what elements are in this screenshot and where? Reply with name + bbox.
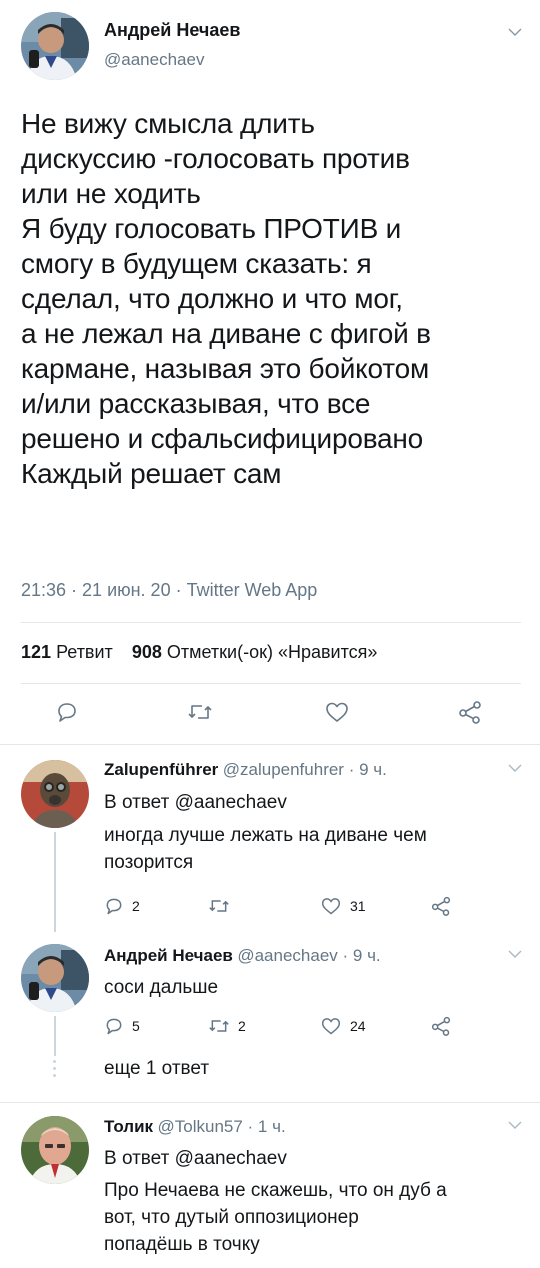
tweet-line: Каждый решает сам: [21, 458, 282, 489]
reply-line: соси дальше: [104, 977, 219, 998]
reply-count: 5: [132, 1018, 140, 1034]
reply-count: 2: [132, 898, 140, 914]
reply-icon: [106, 1018, 122, 1035]
divider: [0, 1102, 540, 1103]
like-icon[interactable]: [324, 700, 350, 724]
divider: [21, 622, 521, 623]
reply-line: вот, что дутый оппозиционер: [104, 1207, 359, 1228]
like-icon: [321, 898, 341, 915]
reply-text: иногда лучше лежать на диване чем позори…: [104, 822, 427, 876]
reply-header: Толик @Tolkun57 · 1 ч.: [104, 1117, 286, 1137]
tweet-line: дискуссию -голосовать против: [21, 143, 410, 174]
reply-author-name[interactable]: Андрей Нечаев: [104, 946, 233, 965]
retweets-stat[interactable]: 121 Ретвит: [21, 642, 118, 662]
chevron-down-icon[interactable]: [507, 946, 523, 962]
divider: [21, 683, 521, 684]
engagement-stats: 121 Ретвит 908 Отметки(-ок) «Нравится»: [21, 642, 377, 663]
chevron-down-icon[interactable]: [507, 760, 523, 776]
reply-line: позорится: [104, 852, 194, 873]
retweets-count: 121: [21, 642, 52, 662]
retweet-icon: [209, 900, 229, 912]
reply-icon: [106, 898, 122, 915]
retweet-icon[interactable]: [187, 700, 213, 724]
likes-label: Отметки(-ок) «Нравится»: [166, 642, 378, 662]
reply-author-name[interactable]: Толик: [104, 1117, 153, 1136]
chevron-down-icon[interactable]: [507, 24, 523, 40]
like-count: 24: [350, 1018, 366, 1034]
tweet-line: и/или рассказывая, что все: [21, 388, 371, 419]
reply-text: Про Нечаева не скажешь, что он дуб а вот…: [104, 1177, 534, 1258]
reply-line: попадёшь в точку: [104, 1234, 260, 1255]
like-action[interactable]: 24: [320, 1016, 366, 1036]
reply-avatar[interactable]: [21, 944, 89, 1012]
retweet-action[interactable]: [208, 896, 230, 916]
like-action[interactable]: 31: [320, 896, 366, 916]
tweet-line: а не лежал на диване с фигой в: [21, 318, 431, 349]
reply-action[interactable]: 2: [104, 896, 140, 916]
more-replies-link[interactable]: еще 1 ответ: [104, 1058, 209, 1080]
reply-to-label[interactable]: В ответ @aanechaev: [104, 789, 287, 816]
tweet-text: Не вижу смысла длить дискуссию -голосова…: [21, 106, 531, 491]
reply-header: Zalupenführer @zalupenfuhrer · 9 ч.: [104, 760, 387, 780]
tweet-line: решено и сфальсифицировано: [21, 423, 424, 454]
retweet-icon: [209, 1020, 229, 1032]
reply-avatar[interactable]: [21, 760, 89, 828]
reply-author-handle[interactable]: @Tolkun57 · 1 ч.: [158, 1117, 286, 1136]
tweet-line: смогу в будущем сказать: я: [21, 248, 372, 279]
reply-text: соси дальше: [104, 974, 218, 1001]
tweet-line: или не ходить: [21, 178, 201, 209]
reply-author-handle[interactable]: @aanechaev · 9 ч.: [237, 946, 380, 965]
tweet-meta[interactable]: 21:36 · 21 июн. 20 · Twitter Web App: [21, 580, 317, 601]
retweet-action[interactable]: 2: [208, 1016, 246, 1036]
tweet-line: Я буду голосовать ПРОТИВ и: [21, 213, 402, 244]
like-count: 31: [350, 898, 366, 914]
likes-stat[interactable]: 908 Отметки(-ок) «Нравится»: [132, 642, 378, 662]
tweet-line: Не вижу смысла длить: [21, 108, 315, 139]
reply-author-handle[interactable]: @zalupenfuhrer · 9 ч.: [223, 760, 387, 779]
reply-author-name[interactable]: Zalupenführer: [104, 760, 218, 779]
chevron-down-icon[interactable]: [507, 1117, 523, 1133]
author-handle[interactable]: @aanechaev: [104, 50, 204, 70]
thread-dots: [53, 1060, 57, 1077]
thread-line: [54, 1016, 56, 1056]
tweet-line: кармане, называя это бойкотом: [21, 353, 430, 384]
reply-action[interactable]: 5: [104, 1016, 140, 1036]
author-name[interactable]: Андрей Нечаев: [104, 20, 240, 41]
reply-line: иногда лучше лежать на диване чем: [104, 825, 427, 846]
author-avatar[interactable]: [21, 12, 89, 80]
share-icon[interactable]: [430, 1016, 452, 1036]
reply-to-label[interactable]: В ответ @aanechaev: [104, 1145, 287, 1172]
reply-header: Андрей Нечаев @aanechaev · 9 ч.: [104, 946, 381, 966]
reply-line: Про Нечаева не скажешь, что он дуб а: [104, 1180, 447, 1201]
divider: [0, 744, 540, 745]
share-icon[interactable]: [430, 896, 452, 916]
share-icon[interactable]: [457, 700, 483, 724]
tweet-line: сделал, что должно и что мог,: [21, 283, 403, 314]
reply-avatar[interactable]: [21, 1116, 89, 1184]
like-icon: [321, 1018, 341, 1035]
thread-line: [54, 832, 56, 932]
likes-count: 908: [131, 642, 162, 662]
retweet-count: 2: [238, 1018, 246, 1034]
retweets-label: Ретвит: [56, 642, 113, 662]
reply-icon[interactable]: [55, 700, 79, 724]
